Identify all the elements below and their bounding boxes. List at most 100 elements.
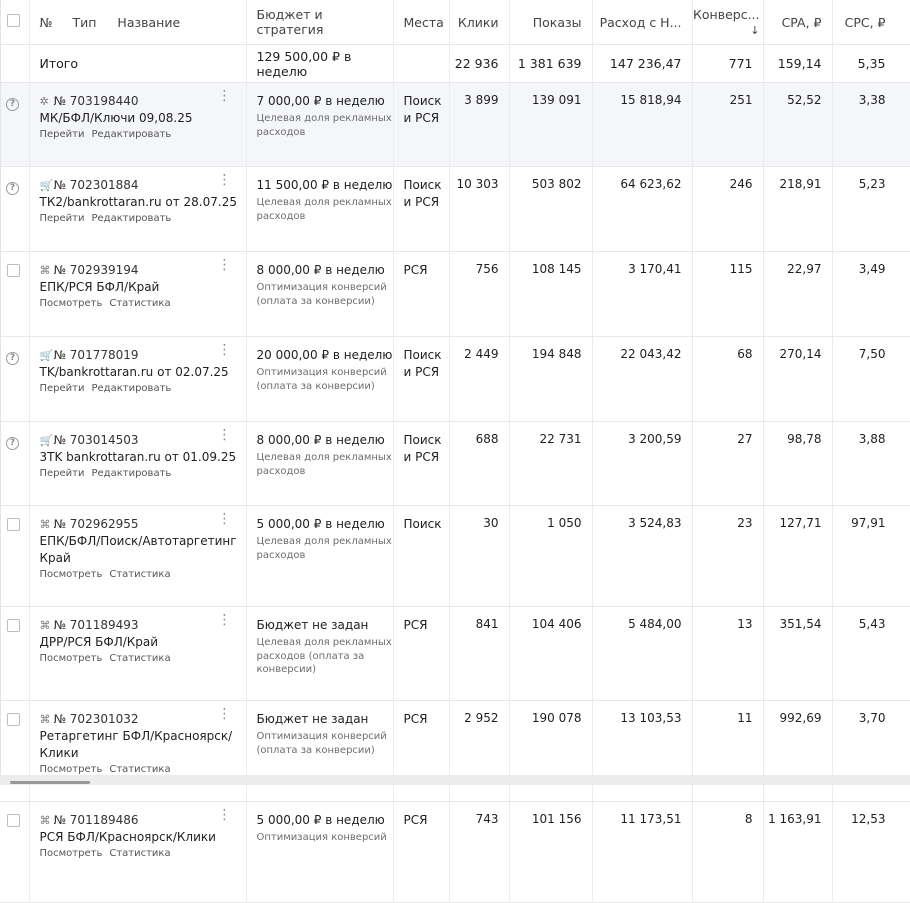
budget-value[interactable]: 7 000,00 ₽ в неделю [257, 93, 393, 110]
header-type[interactable]: Тип [73, 15, 97, 30]
campaign-row[interactable]: ⌘ № 702301032 Ретаргетинг БФЛ/Красноярск/ … [0, 700, 910, 802]
select-all-checkbox[interactable] [7, 14, 20, 27]
campaign-row[interactable]: ⌘ № 702939194 ЕПК/РСЯ БФЛ/Край Посмотреть Ст… [0, 251, 910, 337]
campaign-row[interactable]: ⌘ № 701189493 ДРР/РСЯ БФЛ/Край Посмотреть Ст… [0, 606, 910, 701]
header-spend[interactable]: Расход с Н... [592, 0, 693, 45]
campaign-link-primary[interactable]: Посмотреть [40, 298, 103, 309]
campaign-link-secondary[interactable]: Редактировать [92, 468, 172, 479]
campaign-name[interactable]: 3TK bankrottaran.ru от 01.09.25 [40, 449, 246, 466]
header-cpc[interactable]: CPC, ₽ [832, 0, 910, 45]
more-menu-icon[interactable]: ⋮ [218, 258, 232, 272]
campaign-name[interactable]: ТК2/bankrottaran.ru от 28.07.25 [40, 194, 246, 211]
sort-desc-icon[interactable]: ↓ [750, 24, 759, 37]
question-icon[interactable]: ? [6, 437, 19, 450]
campaign-row[interactable]: ? 🛒№ 703014503 3TK bankrottaran.ru от 01.0… [0, 421, 910, 506]
row-checkbox[interactable] [7, 814, 20, 827]
row-checkbox[interactable] [7, 619, 20, 632]
more-menu-icon[interactable]: ⋮ [218, 808, 232, 822]
campaign-name[interactable]: ЕПК/БФЛ/Поиск/Автотаргетинг Край [40, 533, 246, 567]
row-checkbox[interactable] [7, 264, 20, 277]
campaign-link-primary[interactable]: Перейти [40, 213, 85, 224]
table-header: № Тип Название Бюджет и стратегия Места … [0, 0, 910, 45]
campaign-link-primary[interactable]: Перейти [40, 468, 85, 479]
campaign-link-secondary[interactable]: Редактировать [92, 129, 172, 140]
budget-value[interactable]: Бюджет не задан [257, 711, 393, 728]
horizontal-scrollbar[interactable] [0, 775, 910, 785]
question-icon[interactable]: ? [6, 352, 19, 365]
campaign-id: № 701189493 [53, 618, 139, 632]
budget-value[interactable]: 5 000,00 ₽ в неделю [257, 812, 393, 829]
campaign-cell: 🛒№ 701778019 TK/bankrottaran.ru от 02.07.… [29, 336, 247, 422]
campaign-name[interactable]: TK/bankrottaran.ru от 02.07.25 [40, 364, 246, 381]
campaign-type-icon: ⌘ [39, 814, 51, 827]
campaign-name[interactable]: ДРР/РСЯ БФЛ/Край [40, 634, 246, 651]
total-cpa: 159,14 [763, 44, 833, 83]
header-cpa[interactable]: CPA, ₽ [763, 0, 833, 45]
more-menu-icon[interactable]: ⋮ [218, 343, 232, 357]
campaign-link-primary[interactable]: Посмотреть [40, 848, 103, 859]
places-cell: Поиск и РСЯ [393, 421, 450, 506]
cpa-value: 127,71 [763, 505, 833, 607]
question-icon[interactable]: ? [6, 182, 19, 195]
header-clicks[interactable]: Клики [449, 0, 510, 45]
places-cell: РСЯ [393, 251, 450, 337]
strategy-name: Целевая доля рекламных расходов (оплата … [256, 637, 392, 675]
more-menu-icon[interactable]: ⋮ [218, 512, 232, 526]
campaign-row[interactable]: ⌘ № 701189486 РСЯ БФЛ/Красноярск/Клики Посм… [0, 801, 910, 903]
campaign-name[interactable]: Ретаргетинг БФЛ/Красноярск/ Клики [40, 728, 246, 762]
campaign-row[interactable]: ? 🛒№ 702301884 ТК2/bankrottaran.ru от 28.0… [0, 166, 910, 252]
question-icon[interactable]: ? [6, 98, 19, 111]
campaign-row[interactable]: ⌘ № 702962955 ЕПК/БФЛ/Поиск/Автотаргетинг … [0, 505, 910, 607]
campaign-link-secondary[interactable]: Статистика [109, 848, 170, 859]
shows-value: 190 078 [509, 700, 593, 802]
conversions-value: 23 [692, 505, 764, 607]
more-menu-icon[interactable]: ⋮ [218, 89, 232, 103]
places-value: Поиск и РСЯ [403, 433, 442, 464]
campaign-link-primary[interactable]: Перейти [40, 129, 85, 140]
places-cell: РСЯ [393, 700, 450, 802]
header-budget[interactable]: Бюджет и стратегия [246, 0, 394, 45]
header-num[interactable]: № [40, 15, 53, 30]
scrollbar-thumb[interactable] [10, 781, 90, 784]
more-menu-icon[interactable]: ⋮ [218, 173, 232, 187]
campaign-link-primary[interactable]: Перейти [40, 383, 85, 394]
cpc-value: 12,53 [832, 801, 910, 903]
campaign-name[interactable]: МК/БФЛ/Ключи 09,08.25 [40, 110, 246, 127]
header-name[interactable]: Название [117, 15, 180, 30]
budget-value[interactable]: 5 000,00 ₽ в неделю [257, 516, 393, 533]
cpa-value: 98,78 [763, 421, 833, 506]
row-checkbox[interactable] [7, 518, 20, 531]
campaign-link-primary[interactable]: Посмотреть [40, 569, 103, 580]
budget-cell: 11 500,00 ₽ в неделю Целевая доля рекламн… [246, 166, 394, 252]
more-menu-icon[interactable]: ⋮ [218, 613, 232, 627]
budget-value[interactable]: 11 500,00 ₽ в неделю [257, 177, 393, 194]
campaign-row[interactable]: ? ✲ № 703198440 МК/БФЛ/Ключи 09,08.25 Перейт… [0, 82, 910, 167]
spend-value: 3 170,41 [592, 251, 693, 337]
strategy-name: Целевая доля рекламных расходов [256, 197, 392, 222]
header-shows[interactable]: Показы [509, 0, 593, 45]
campaign-name[interactable]: РСЯ БФЛ/Красноярск/Клики [40, 829, 246, 846]
campaign-link-secondary[interactable]: Статистика [109, 764, 170, 775]
header-places[interactable]: Места [393, 0, 450, 45]
campaign-link-secondary[interactable]: Редактировать [92, 383, 172, 394]
campaign-link-secondary[interactable]: Редактировать [92, 213, 172, 224]
campaign-link-primary[interactable]: Посмотреть [40, 653, 103, 664]
campaign-row[interactable]: ? 🛒№ 701778019 TK/bankrottaran.ru от 02.07… [0, 336, 910, 422]
conversions-value: 246 [692, 166, 764, 252]
more-menu-icon[interactable]: ⋮ [218, 428, 232, 442]
budget-value[interactable]: 20 000,00 ₽ в неделю [257, 347, 393, 364]
campaign-link-primary[interactable]: Посмотреть [40, 764, 103, 775]
cpa-value: 270,14 [763, 336, 833, 422]
campaign-link-secondary[interactable]: Статистика [109, 653, 170, 664]
spend-value: 13 103,53 [592, 700, 693, 802]
budget-value[interactable]: 8 000,00 ₽ в неделю [257, 262, 393, 279]
more-menu-icon[interactable]: ⋮ [218, 707, 232, 721]
header-conversions[interactable]: Конверс... ↓ [692, 0, 764, 45]
budget-value[interactable]: 8 000,00 ₽ в неделю [257, 432, 393, 449]
budget-value[interactable]: Бюджет не задан [257, 617, 393, 634]
campaign-link-secondary[interactable]: Статистика [109, 298, 170, 309]
row-checkbox[interactable] [7, 713, 20, 726]
campaign-name[interactable]: ЕПК/РСЯ БФЛ/Край [40, 279, 246, 296]
campaign-link-secondary[interactable]: Статистика [109, 569, 170, 580]
total-cpc: 5,35 [832, 44, 910, 83]
